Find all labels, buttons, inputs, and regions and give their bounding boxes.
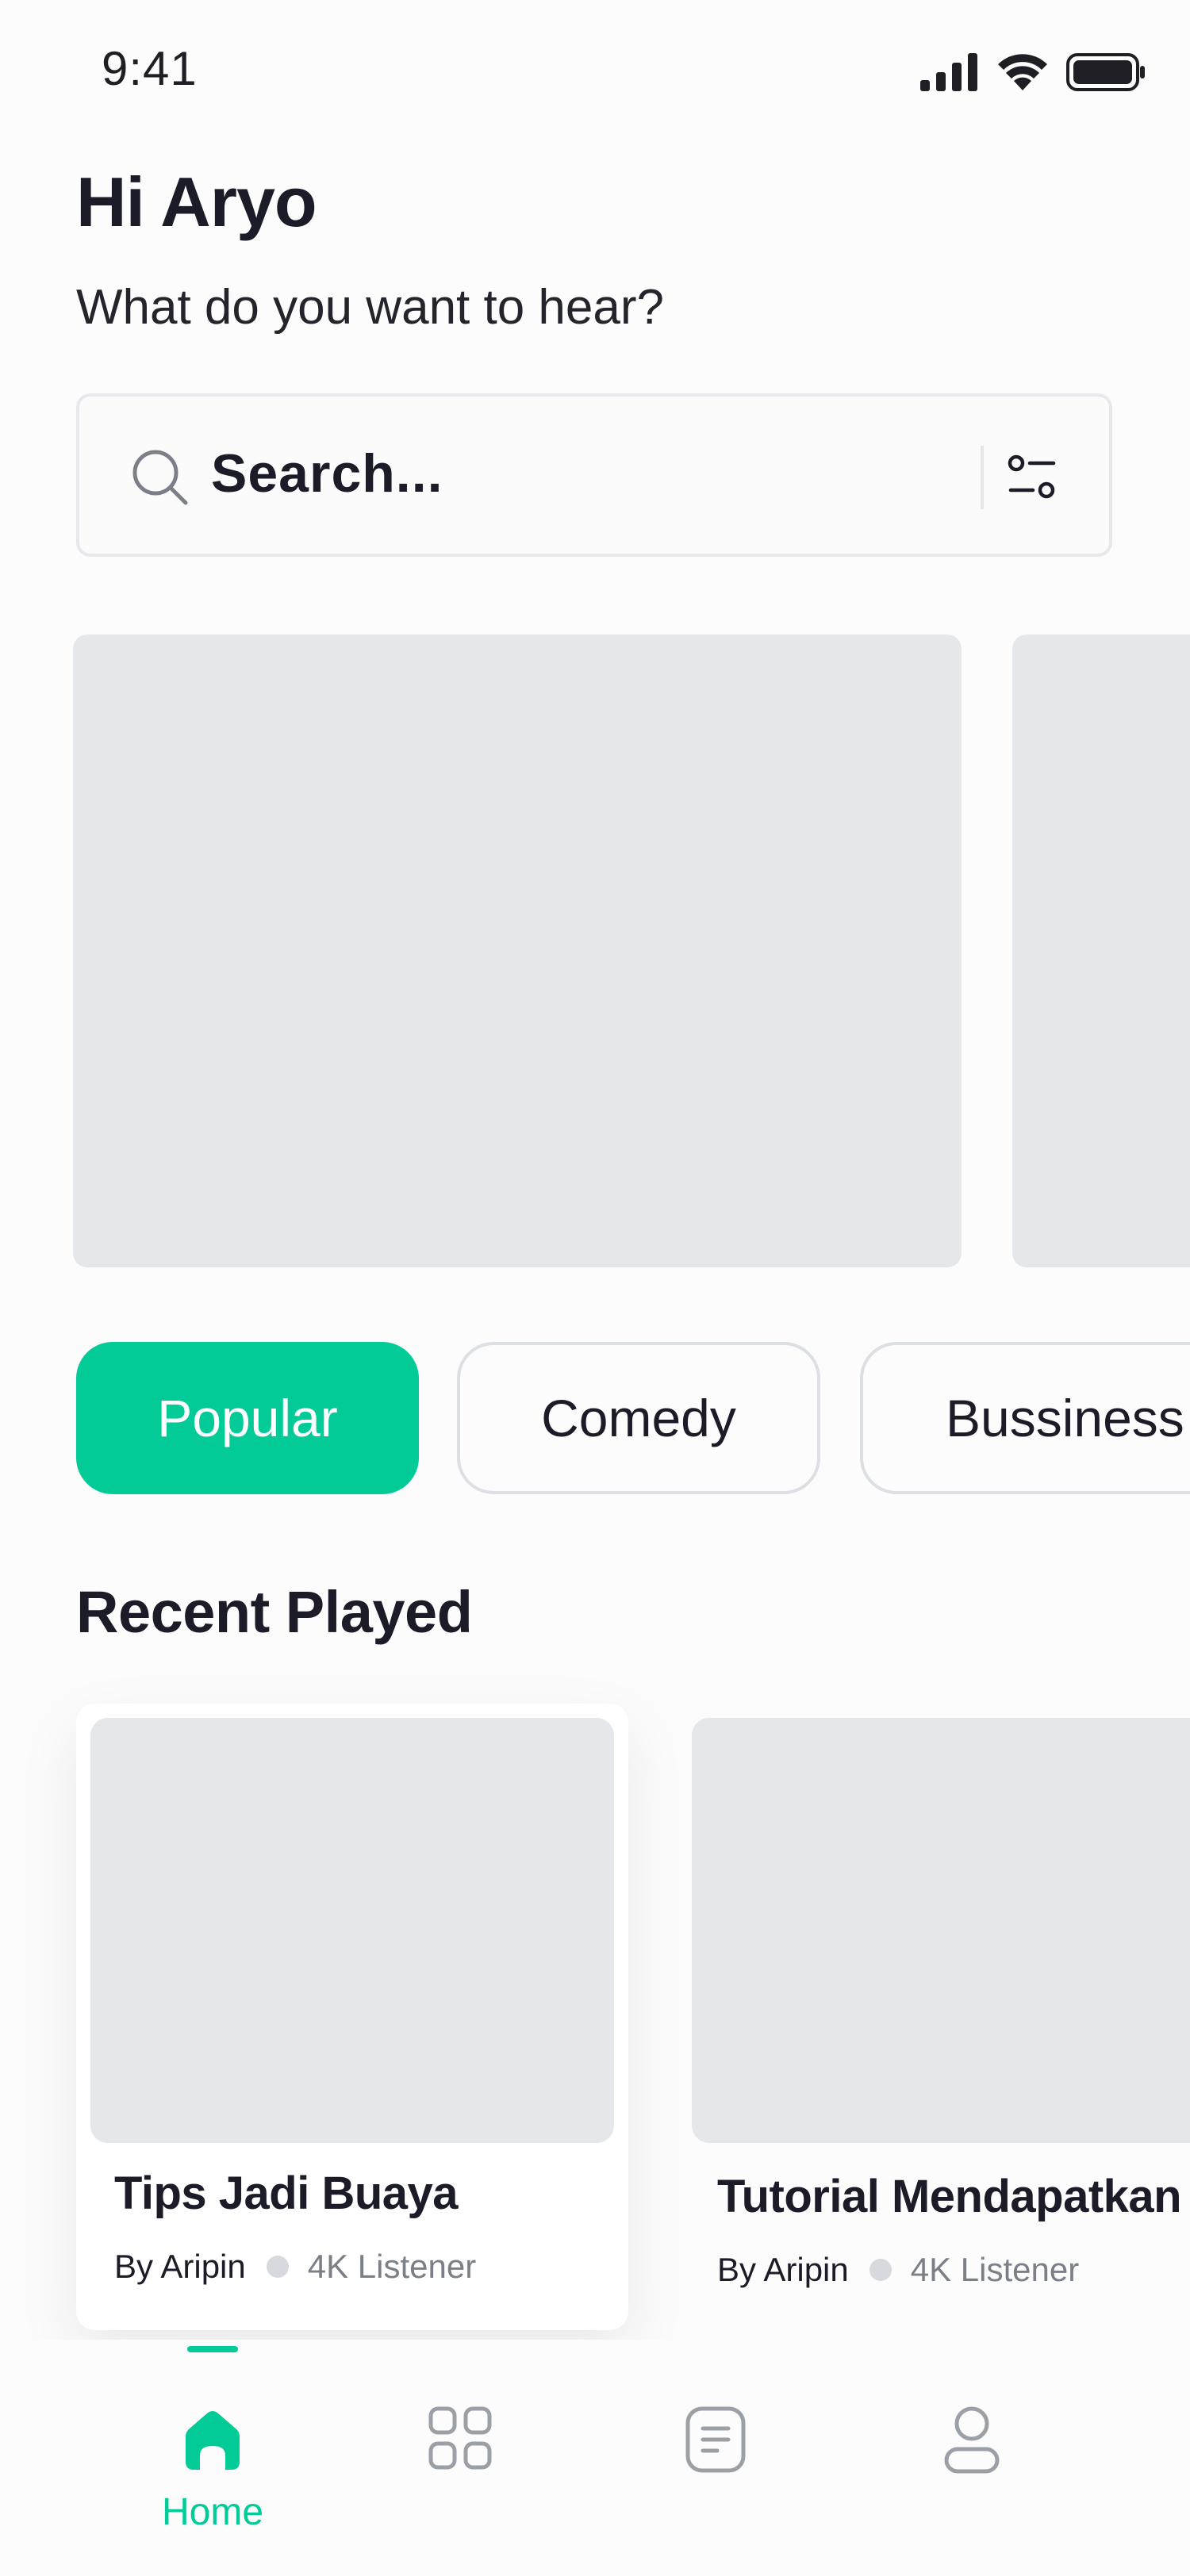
- battery-icon: [1066, 53, 1145, 91]
- search-input[interactable]: Search...: [211, 443, 443, 504]
- wifi-icon: [998, 54, 1047, 90]
- grid-icon: [428, 2406, 492, 2470]
- card-thumbnail: [692, 1718, 1190, 2143]
- search-bar[interactable]: Search...: [76, 393, 1112, 557]
- home-icon: [186, 2411, 240, 2470]
- card-listeners: 4K Listener: [307, 2248, 477, 2285]
- greeting-subtitle: What do you want to hear?: [76, 280, 665, 335]
- category-chip-comedy[interactable]: Comedy: [457, 1342, 820, 1494]
- category-chip-popular[interactable]: Popular: [76, 1342, 419, 1494]
- nav-item-categories[interactable]: [428, 2406, 492, 2470]
- card-title: Tips Jadi Buaya: [114, 2168, 459, 2219]
- card-thumbnail: [90, 1718, 614, 2143]
- section-title-recent: Recent Played: [76, 1579, 473, 1645]
- featured-banner-next[interactable]: [1012, 634, 1190, 1267]
- featured-banner[interactable]: [73, 634, 962, 1267]
- nav-active-indicator: [187, 2346, 238, 2352]
- status-time: 9:41: [102, 42, 198, 95]
- signal-icon: [920, 53, 977, 91]
- bottom-nav: Home: [0, 2340, 1190, 2576]
- greeting-title: Hi Aryo: [76, 163, 317, 241]
- status-icons: [920, 52, 1146, 92]
- card-author: By Aripin: [114, 2248, 246, 2285]
- nav-item-home[interactable]: Home: [151, 2406, 274, 2534]
- card-listeners: 4K Listener: [910, 2251, 1080, 2288]
- card-meta: By Aripin 4K Listener: [114, 2248, 476, 2286]
- list-icon: [685, 2406, 746, 2473]
- nav-item-library[interactable]: [685, 2406, 746, 2473]
- search-divider: [981, 446, 984, 509]
- card-meta: By Aripin 4K Listener: [717, 2251, 1079, 2289]
- user-icon: [944, 2406, 1000, 2474]
- filter-icon[interactable]: [1008, 454, 1057, 501]
- recent-card[interactable]: Tips Jadi Buaya By Aripin 4K Listener: [76, 1704, 628, 2330]
- dot-separator: [869, 2259, 892, 2281]
- card-author: By Aripin: [717, 2251, 849, 2288]
- card-title: Tutorial Mendapatkan: [717, 2171, 1182, 2222]
- search-icon: [132, 450, 188, 505]
- category-chip-bussiness[interactable]: Bussiness: [860, 1342, 1190, 1494]
- nav-label-home: Home: [161, 2491, 264, 2533]
- dot-separator: [266, 2256, 289, 2278]
- recent-card[interactable]: Tutorial Mendapatkan By Aripin 4K Listen…: [681, 1704, 1190, 2330]
- nav-item-profile[interactable]: [944, 2406, 1000, 2474]
